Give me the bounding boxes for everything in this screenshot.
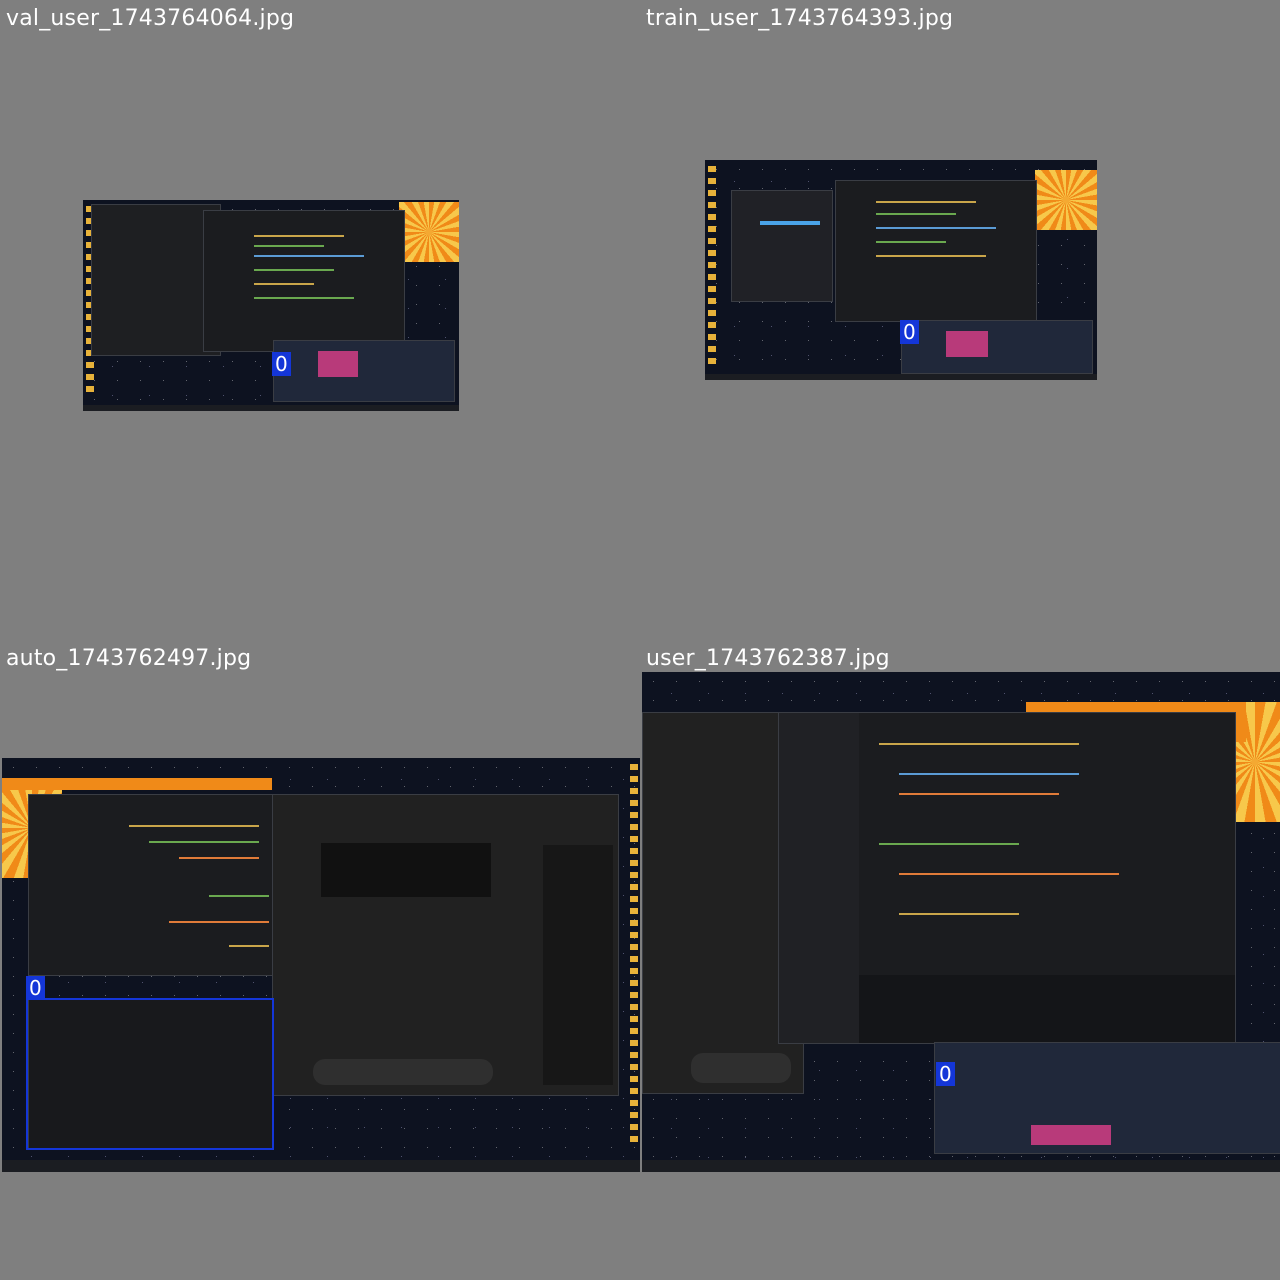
chat-browser-window <box>272 794 619 1096</box>
detection-box-label: 0 <box>26 976 45 1000</box>
detection-box-label: 0 <box>936 1062 955 1086</box>
code-editor-window <box>778 712 1236 1044</box>
detection-bounding-box <box>26 998 274 1150</box>
tile-caption: user_1743762387.jpg <box>646 646 890 671</box>
grid-tile-auto: auto_1743762497.jpg 0 <box>2 642 640 1280</box>
desktop-screenshot-thumbnail <box>83 200 459 411</box>
file-explorer-window <box>91 204 221 356</box>
grid-tile-user: user_1743762387.jpg 0 <box>642 642 1280 1280</box>
grid-tile-train-user: train_user_1743764393.jpg 0 <box>642 2 1280 640</box>
code-editor-window <box>203 210 405 352</box>
store-library-window <box>934 1042 1280 1154</box>
wallpaper-sunburst <box>399 202 459 262</box>
tile-caption: train_user_1743764393.jpg <box>646 6 954 31</box>
store-window <box>273 340 455 402</box>
detection-box-label: 0 <box>900 320 919 344</box>
desktop-screenshot-thumbnail <box>642 672 1280 1172</box>
store-window <box>901 320 1093 374</box>
dialog-window <box>731 190 833 302</box>
tile-caption: auto_1743762497.jpg <box>6 646 252 671</box>
code-editor-window <box>835 180 1037 322</box>
wallpaper-sunburst <box>1035 170 1097 230</box>
tile-caption: val_user_1743764064.jpg <box>6 6 295 31</box>
grid-tile-val-user: val_user_1743764064.jpg 0 <box>2 2 640 640</box>
desktop-screenshot-thumbnail <box>705 160 1097 380</box>
code-editor-window <box>28 794 274 976</box>
detection-box-label: 0 <box>272 352 291 376</box>
